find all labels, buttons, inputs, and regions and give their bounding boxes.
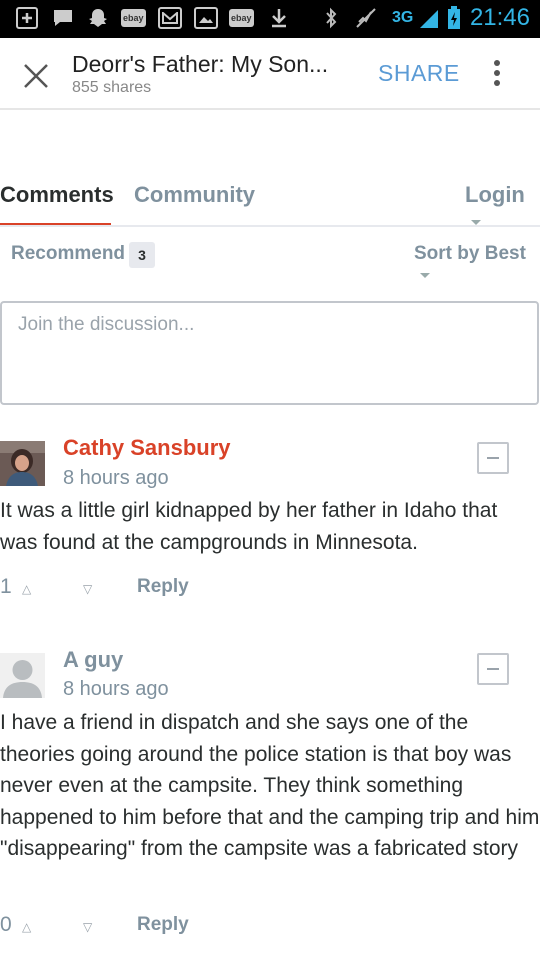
mute-icon [354, 7, 378, 29]
share-button[interactable]: SHARE [378, 60, 460, 87]
divider [0, 225, 540, 227]
ebay-icon-2: ebay [229, 9, 254, 27]
reply-button[interactable]: Reply [137, 914, 189, 936]
status-bar: ebay ebay 3G 21:46 [0, 0, 540, 38]
login-label: Login [465, 182, 525, 207]
app-bar: Deorr's Father: My Son... 855 shares SHA… [0, 38, 540, 110]
comment-body: I have a friend in dispatch and she says… [0, 711, 540, 860]
comment-time[interactable]: 8 hours ago [63, 678, 169, 701]
gmail-icon [158, 7, 182, 29]
image-icon [194, 7, 218, 29]
bluetooth-icon [322, 7, 340, 29]
upvote-icon[interactable]: △ [22, 920, 31, 934]
collapse-button[interactable] [477, 653, 509, 685]
sort-dropdown[interactable]: Sort by Best [414, 243, 540, 287]
tab-community[interactable]: Community [134, 182, 255, 208]
share-count: 855 shares [72, 79, 152, 96]
chevron-down-icon [471, 219, 481, 225]
comment-input[interactable]: Join the discussion... [0, 301, 539, 405]
downvote-icon[interactable]: ▽ [83, 920, 92, 934]
comment-author[interactable]: A guy [63, 647, 123, 673]
comment-time[interactable]: 8 hours ago [63, 467, 169, 490]
comment-author[interactable]: Cathy Sansbury [63, 435, 231, 461]
chevron-down-icon [420, 273, 430, 279]
ebay-icon: ebay [121, 9, 146, 27]
snapchat-icon [86, 7, 110, 29]
recommend-count-badge: 3 [129, 242, 155, 268]
signal-icon [418, 7, 440, 29]
reply-button[interactable]: Reply [137, 576, 189, 598]
message-icon [52, 7, 74, 29]
article-title: Deorr's Father: My Son... [72, 51, 329, 77]
overflow-menu-icon[interactable] [487, 60, 507, 90]
vote-count: 0 [0, 913, 12, 936]
comment-body: It was a little girl kidnapped by her fa… [0, 499, 498, 554]
download-icon [268, 7, 290, 29]
avatar[interactable] [0, 653, 45, 698]
downvote-icon[interactable]: ▽ [83, 582, 92, 596]
plus-square-icon [16, 7, 38, 29]
vote-count: 1 [0, 575, 12, 598]
collapse-button[interactable] [477, 442, 509, 474]
avatar[interactable] [0, 441, 45, 486]
upvote-icon[interactable]: △ [22, 582, 31, 596]
sort-label: Sort by Best [414, 243, 526, 264]
close-icon[interactable] [18, 58, 54, 94]
network-type: 3G [392, 9, 414, 26]
tab-comments[interactable]: Comments [0, 182, 114, 208]
clock: 21:46 [469, 4, 530, 31]
recommend-button[interactable]: Recommend [11, 243, 125, 265]
comment-input-placeholder: Join the discussion... [18, 314, 195, 335]
battery-charging-icon [446, 6, 462, 29]
